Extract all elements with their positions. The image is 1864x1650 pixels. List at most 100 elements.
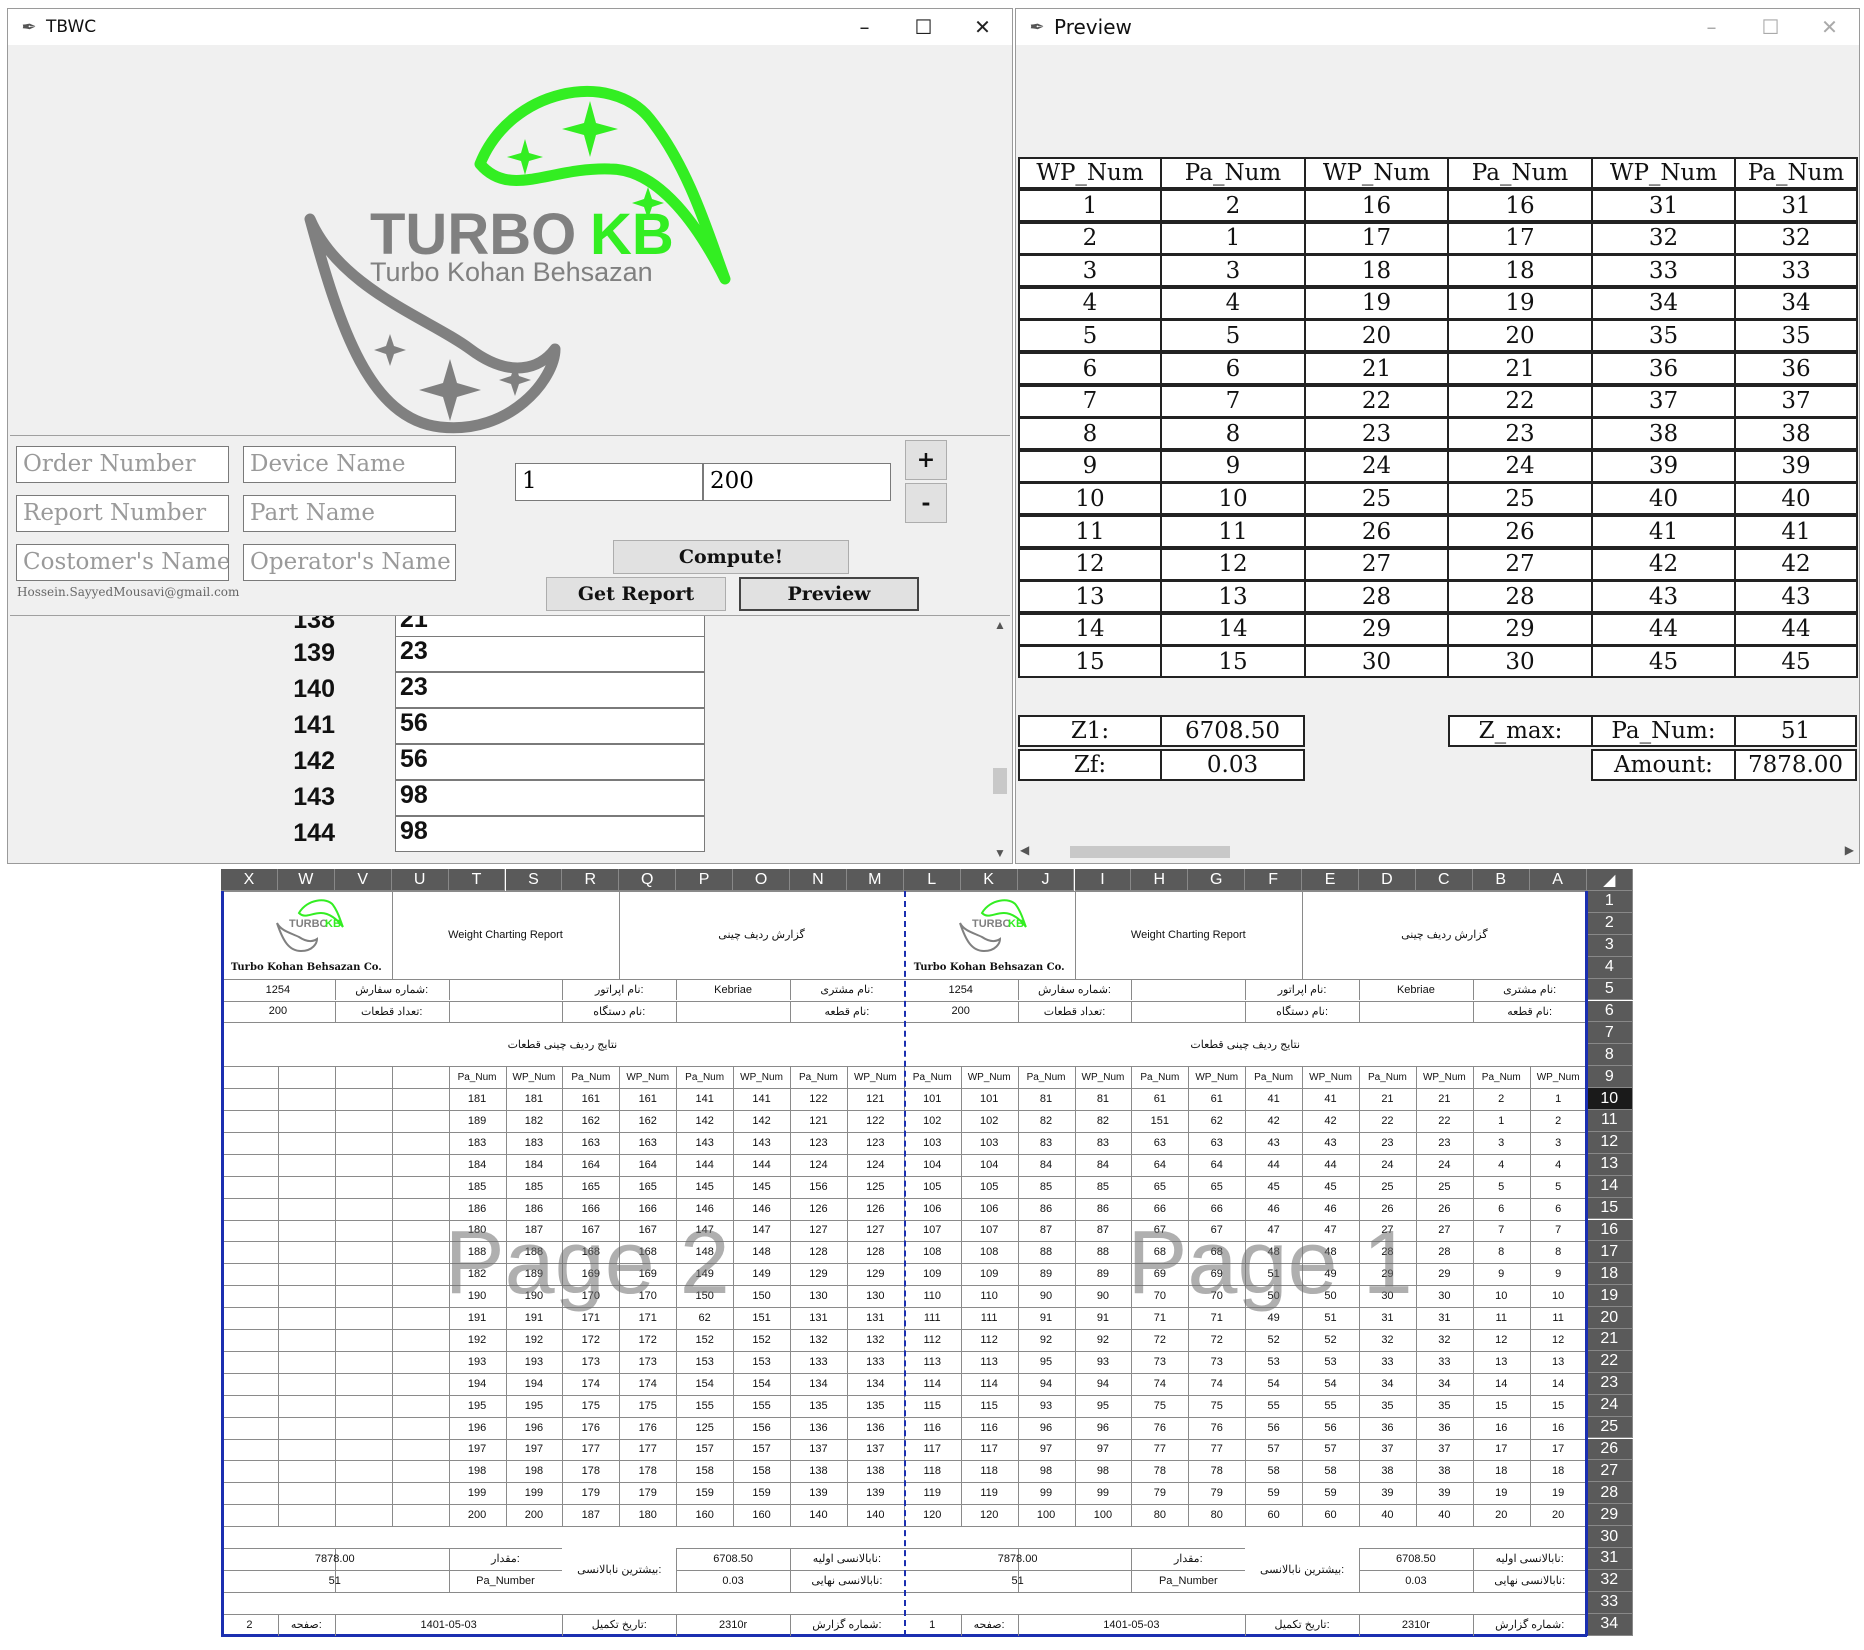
column-header[interactable]: I [1074, 869, 1132, 891]
column-header[interactable]: C [1415, 869, 1473, 891]
operator-name-input[interactable]: Operator's Name [243, 544, 456, 581]
order-number-input[interactable]: Order Number [16, 446, 229, 483]
plus-button[interactable]: + [905, 440, 947, 480]
row-header[interactable]: 3 [1586, 934, 1633, 957]
minimize-button[interactable]: – [1682, 9, 1741, 45]
column-header[interactable]: K [960, 869, 1018, 891]
row-header[interactable]: 29 [1586, 1504, 1633, 1527]
minus-button[interactable]: - [905, 483, 947, 523]
part-name-input[interactable]: Part Name [243, 495, 456, 532]
row-header[interactable]: 28 [1586, 1482, 1633, 1505]
row-header[interactable]: 11 [1586, 1110, 1633, 1132]
table-header-cell: WP_Num [512, 1071, 556, 1083]
column-header[interactable]: Q [619, 869, 677, 891]
select-all-corner[interactable]: ◢ [1586, 869, 1633, 891]
column-header[interactable]: T [448, 869, 506, 891]
row-header[interactable]: 14 [1586, 1175, 1633, 1198]
report-number-input[interactable]: Report Number [16, 495, 229, 532]
scroll-right-icon[interactable]: ▶ [1845, 843, 1854, 857]
row-header[interactable]: 4 [1586, 956, 1633, 979]
column-header[interactable]: A [1529, 869, 1587, 891]
column-header[interactable]: V [334, 869, 392, 891]
column-header[interactable]: M [846, 869, 904, 891]
weights-list[interactable]: 138 21 139 23 140 23 141 56 142 56 143 9… [10, 615, 1010, 862]
row-header[interactable]: 23 [1586, 1372, 1633, 1395]
column-header[interactable]: P [676, 869, 734, 891]
scroll-left-icon[interactable]: ◀ [1020, 843, 1029, 857]
row-header[interactable]: 10 [1586, 1088, 1633, 1110]
scroll-up-icon[interactable]: ▲ [990, 618, 1010, 632]
row-header[interactable]: 5 [1586, 978, 1633, 1001]
row-header[interactable]: 15 [1586, 1197, 1633, 1220]
z1-value: 6708.50 [713, 1552, 753, 1565]
column-header[interactable]: O [733, 869, 790, 891]
row-header[interactable]: 1 [1586, 891, 1633, 913]
row-header[interactable]: 6 [1586, 1000, 1633, 1023]
maximize-button[interactable]: ☐ [1741, 9, 1800, 45]
row-header[interactable]: 8 [1586, 1044, 1633, 1067]
row-header[interactable]: 26 [1586, 1438, 1633, 1461]
row-header[interactable]: 31 [1586, 1548, 1633, 1570]
close-button[interactable]: ✕ [1800, 9, 1859, 45]
row-header[interactable]: 30 [1586, 1526, 1633, 1548]
row-header[interactable]: 12 [1586, 1131, 1633, 1154]
column-header[interactable]: X [221, 869, 278, 891]
list-value-input[interactable]: 56 [395, 744, 705, 780]
preview-hscrollbar[interactable]: ◀ ▶ [1018, 843, 1856, 861]
column-header[interactable]: S [505, 869, 563, 891]
row-header[interactable]: 33 [1586, 1591, 1633, 1614]
column-header[interactable]: N [790, 869, 847, 891]
maximize-button[interactable]: ☐ [894, 9, 953, 45]
table-cell: 145 [695, 1180, 714, 1193]
row-header[interactable]: 13 [1586, 1153, 1633, 1176]
range-from-input[interactable]: 1 [515, 463, 703, 501]
row-header[interactable]: 19 [1586, 1285, 1633, 1308]
preview-cell: 22 [1304, 384, 1449, 418]
column-header[interactable]: H [1131, 869, 1189, 891]
row-header[interactable]: 34 [1586, 1613, 1633, 1636]
row-header[interactable]: 22 [1586, 1350, 1633, 1373]
get-report-button[interactable]: Get Report [546, 577, 726, 611]
column-header[interactable]: F [1245, 869, 1303, 891]
table-header-cell: Pa_Num [571, 1071, 611, 1083]
column-header[interactable]: J [1017, 869, 1075, 891]
column-header[interactable]: U [391, 869, 449, 891]
range-to-input[interactable]: 200 [703, 463, 891, 501]
list-value-input[interactable]: 23 [395, 672, 705, 708]
device-name-input[interactable]: Device Name [243, 446, 456, 483]
row-header[interactable]: 18 [1586, 1263, 1633, 1286]
column-header[interactable]: L [903, 869, 961, 891]
close-button[interactable]: ✕ [953, 9, 1012, 45]
list-value-input[interactable]: 98 [395, 780, 705, 816]
column-header[interactable]: W [277, 869, 335, 891]
list-value-input[interactable]: 23 [395, 636, 705, 672]
row-header[interactable]: 21 [1586, 1329, 1633, 1351]
column-header[interactable]: B [1472, 869, 1530, 891]
preview-button[interactable]: Preview [739, 577, 919, 611]
row-header[interactable]: 17 [1586, 1241, 1633, 1264]
list-scrollbar[interactable]: ▲ ▼ [990, 616, 1010, 862]
row-header[interactable]: 7 [1586, 1022, 1633, 1045]
table-cell: 11 [1552, 1312, 1564, 1325]
column-header[interactable]: D [1359, 869, 1416, 891]
column-header[interactable]: R [562, 869, 620, 891]
list-value-input[interactable]: 98 [395, 816, 705, 852]
row-header[interactable]: 16 [1586, 1219, 1633, 1242]
device-label: نام دستگاه: [593, 1005, 646, 1018]
scroll-thumb[interactable] [1070, 846, 1230, 858]
column-header[interactable]: E [1302, 869, 1359, 891]
row-header[interactable]: 2 [1586, 912, 1633, 935]
column-header[interactable]: G [1188, 869, 1246, 891]
row-header[interactable]: 32 [1586, 1569, 1633, 1592]
row-header[interactable]: 9 [1586, 1066, 1633, 1089]
row-header[interactable]: 20 [1586, 1307, 1633, 1329]
compute-button[interactable]: Compute! [613, 540, 849, 574]
minimize-button[interactable]: – [835, 9, 894, 45]
list-value-input[interactable]: 56 [395, 708, 705, 744]
scroll-thumb[interactable] [993, 768, 1007, 794]
row-header[interactable]: 25 [1586, 1416, 1633, 1439]
row-header[interactable]: 27 [1586, 1460, 1633, 1483]
row-header[interactable]: 24 [1586, 1394, 1633, 1417]
scroll-down-icon[interactable]: ▼ [990, 846, 1010, 860]
customer-name-input[interactable]: Costomer's Name [16, 544, 229, 581]
